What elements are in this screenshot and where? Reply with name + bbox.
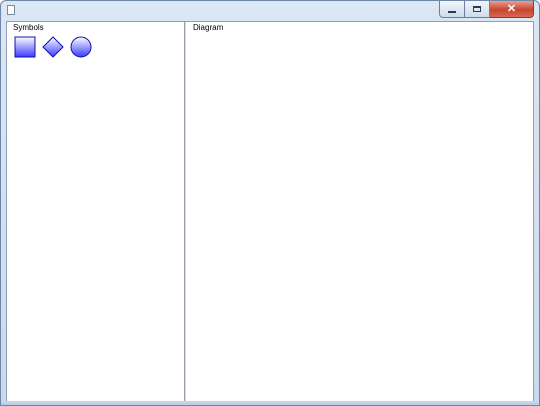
symbols-panel: Symbols: [7, 22, 185, 401]
window-bottom-border: [1, 401, 539, 405]
diagram-header: Diagram: [193, 23, 224, 32]
maximize-button[interactable]: [465, 1, 490, 18]
minimize-icon: [448, 11, 456, 13]
symbols-header: Symbols: [13, 23, 44, 32]
symbol-diamond[interactable]: [42, 36, 70, 58]
diagram-panel[interactable]: Diagram: [185, 22, 533, 401]
close-button[interactable]: ✕: [490, 1, 534, 18]
symbol-square[interactable]: [14, 36, 42, 58]
symbol-circle[interactable]: [70, 36, 98, 58]
close-icon: ✕: [506, 2, 517, 15]
client-area: Symbols Diagram: [6, 21, 534, 402]
minimize-button[interactable]: [439, 1, 465, 18]
app-icon[interactable]: [7, 5, 15, 15]
title-bar[interactable]: ✕: [1, 1, 539, 21]
caption-buttons: ✕: [439, 1, 534, 18]
app-window: ✕ Symbols Diagram: [0, 0, 540, 406]
diamond-symbol-icon: [42, 36, 64, 58]
circle-symbol-icon: [70, 36, 92, 58]
maximize-icon: [473, 6, 481, 12]
square-symbol-icon: [14, 36, 36, 58]
symbols-list: [14, 36, 98, 58]
